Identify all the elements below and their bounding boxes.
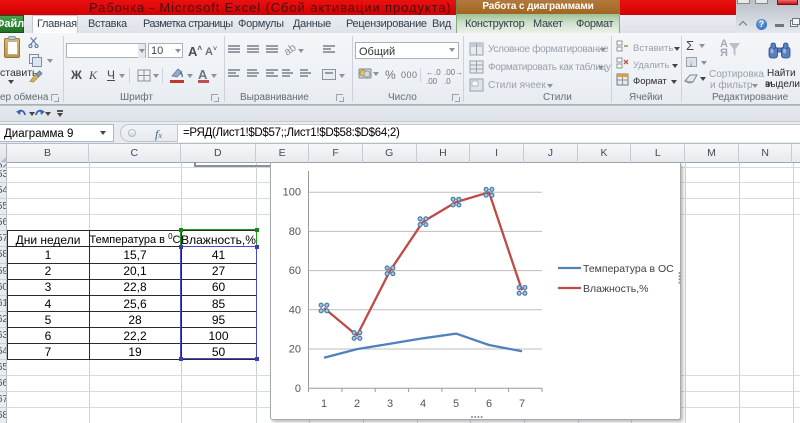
svg-text:3: 3 xyxy=(387,398,393,410)
svg-text:100: 100 xyxy=(283,187,301,199)
svg-text:4: 4 xyxy=(420,398,426,410)
svg-text:80: 80 xyxy=(289,226,301,238)
svg-text:60: 60 xyxy=(289,265,301,277)
svg-text:5: 5 xyxy=(453,398,459,410)
svg-text:20: 20 xyxy=(289,344,301,356)
svg-text:7: 7 xyxy=(519,398,525,410)
svg-text:40: 40 xyxy=(289,304,301,316)
svg-text:Температура в ОС: Температура в ОС xyxy=(583,263,674,275)
svg-text:0: 0 xyxy=(295,383,301,395)
svg-text:1: 1 xyxy=(321,398,327,410)
svg-text:Влажность,%: Влажность,% xyxy=(583,283,648,295)
svg-text:2: 2 xyxy=(354,398,360,410)
svg-text:6: 6 xyxy=(486,398,492,410)
